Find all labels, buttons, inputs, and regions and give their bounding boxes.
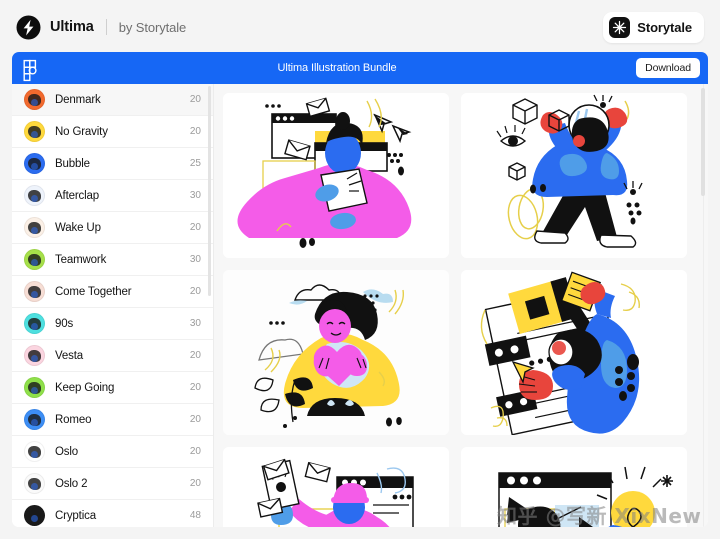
sidebar-item-label: Cryptica	[55, 509, 96, 522]
illustration-reading-mail[interactable]	[223, 93, 449, 258]
brand-byline: by Storytale	[118, 19, 187, 35]
sidebar-item-label: 90s	[55, 317, 74, 330]
sidebar-scrollbar[interactable]	[208, 86, 211, 296]
sidebar-item-no-gravity[interactable]: No Gravity 20	[12, 116, 213, 148]
illustration-phone-messages[interactable]	[223, 447, 449, 527]
sidebar-item-count: 20	[189, 478, 201, 489]
sidebar-item-label: No Gravity	[55, 125, 108, 138]
sidebar-item-label: Denmark	[55, 93, 101, 106]
sidebar-item-come-together[interactable]: Come Together 20	[12, 276, 213, 308]
sidebar-item-avatar	[24, 89, 45, 110]
sidebar-item-label: Oslo	[55, 445, 79, 458]
sidebar-item-avatar	[24, 473, 45, 494]
sidebar-item-avatar	[24, 505, 45, 526]
sidebar-item-oslo[interactable]: Oslo 20	[12, 436, 213, 468]
main-panel: Denmark 20 No Gravity 20 Bubble 25 Afterclap 30…	[12, 84, 708, 527]
sidebar-item-label: Afterclap	[55, 189, 100, 202]
sidebar-item-label: Romeo	[55, 413, 92, 426]
storytale-button-label: Storytale	[637, 19, 692, 35]
gallery-scrollbar[interactable]	[701, 88, 705, 196]
sidebar-item-label: Vesta	[55, 349, 84, 362]
brand-divider	[105, 19, 107, 35]
app-root: Ultima by Storytale Storytale Ultima Ill…	[0, 0, 720, 539]
sidebar-item-avatar	[24, 441, 45, 462]
illustration-holding-heart[interactable]	[223, 270, 449, 435]
sidebar-item-90s[interactable]: 90s 30	[12, 308, 213, 340]
sidebar-item-count: 20	[189, 414, 201, 425]
sidebar-item-avatar	[24, 185, 45, 206]
sidebar-item-label: Oslo 2	[55, 477, 88, 490]
sidebar-item-denmark[interactable]: Denmark 20	[12, 84, 213, 116]
sidebar: Denmark 20 No Gravity 20 Bubble 25 Afterclap 30…	[12, 84, 214, 527]
sidebar-item-count: 30	[189, 318, 201, 329]
illustration-building-interface[interactable]	[461, 270, 687, 435]
sidebar-item-avatar	[24, 153, 45, 174]
sidebar-list: Denmark 20 No Gravity 20 Bubble 25 Afterclap 30…	[12, 84, 213, 527]
download-button[interactable]: Download	[636, 58, 700, 78]
storytale-starburst-icon	[609, 16, 631, 38]
brand-name: Ultima	[50, 19, 94, 35]
storytale-button[interactable]: Storytale	[603, 11, 704, 43]
sidebar-item-count: 25	[189, 158, 201, 169]
sidebar-item-count: 20	[189, 382, 201, 393]
sidebar-item-bubble[interactable]: Bubble 25	[12, 148, 213, 180]
sidebar-item-avatar	[24, 281, 45, 302]
figma-icon	[22, 59, 38, 82]
sidebar-item-vesta[interactable]: Vesta 20	[12, 340, 213, 372]
bundle-bar: Ultima Illustration Bundle Download	[12, 52, 708, 84]
sidebar-item-afterclap[interactable]: Afterclap 30	[12, 180, 213, 212]
illustration-grid	[223, 93, 708, 527]
sidebar-item-label: Keep Going	[55, 381, 115, 394]
sidebar-item-wake-up[interactable]: Wake Up 20	[12, 212, 213, 244]
top-header: Ultima by Storytale Storytale	[0, 0, 720, 54]
sidebar-item-oslo-2[interactable]: Oslo 2 20	[12, 468, 213, 500]
sidebar-item-teamwork[interactable]: Teamwork 30	[12, 244, 213, 276]
sidebar-item-count: 20	[189, 126, 201, 137]
sidebar-item-romeo[interactable]: Romeo 20	[12, 404, 213, 436]
sidebar-item-count: 20	[189, 446, 201, 457]
sidebar-item-count: 48	[189, 510, 201, 521]
sidebar-item-avatar	[24, 217, 45, 238]
illustration-gallery	[214, 84, 708, 527]
sidebar-item-avatar	[24, 409, 45, 430]
ultima-logo-icon	[16, 15, 41, 40]
sidebar-item-count: 30	[189, 190, 201, 201]
sidebar-item-label: Wake Up	[55, 221, 101, 234]
sidebar-item-count: 30	[189, 254, 201, 265]
bundle-title: Ultima Illustration Bundle	[277, 62, 397, 74]
sidebar-item-label: Teamwork	[55, 253, 107, 266]
brand: Ultima by Storytale	[16, 15, 186, 40]
sidebar-item-count: 20	[189, 286, 201, 297]
sidebar-item-count: 20	[189, 222, 201, 233]
sidebar-item-avatar	[24, 249, 45, 270]
sidebar-item-keep-going[interactable]: Keep Going 20	[12, 372, 213, 404]
sidebar-item-avatar	[24, 121, 45, 142]
sidebar-item-avatar	[24, 313, 45, 334]
illustration-astronaut-kneeling[interactable]	[461, 93, 687, 258]
sidebar-item-cryptica[interactable]: Cryptica 48	[12, 500, 213, 527]
sidebar-item-count: 20	[189, 94, 201, 105]
sidebar-item-avatar	[24, 345, 45, 366]
sidebar-item-avatar	[24, 377, 45, 398]
sidebar-item-count: 20	[189, 350, 201, 361]
sidebar-item-label: Come Together	[55, 285, 132, 298]
illustration-idea-lightbulb[interactable]	[461, 447, 687, 527]
sidebar-item-label: Bubble	[55, 157, 90, 170]
